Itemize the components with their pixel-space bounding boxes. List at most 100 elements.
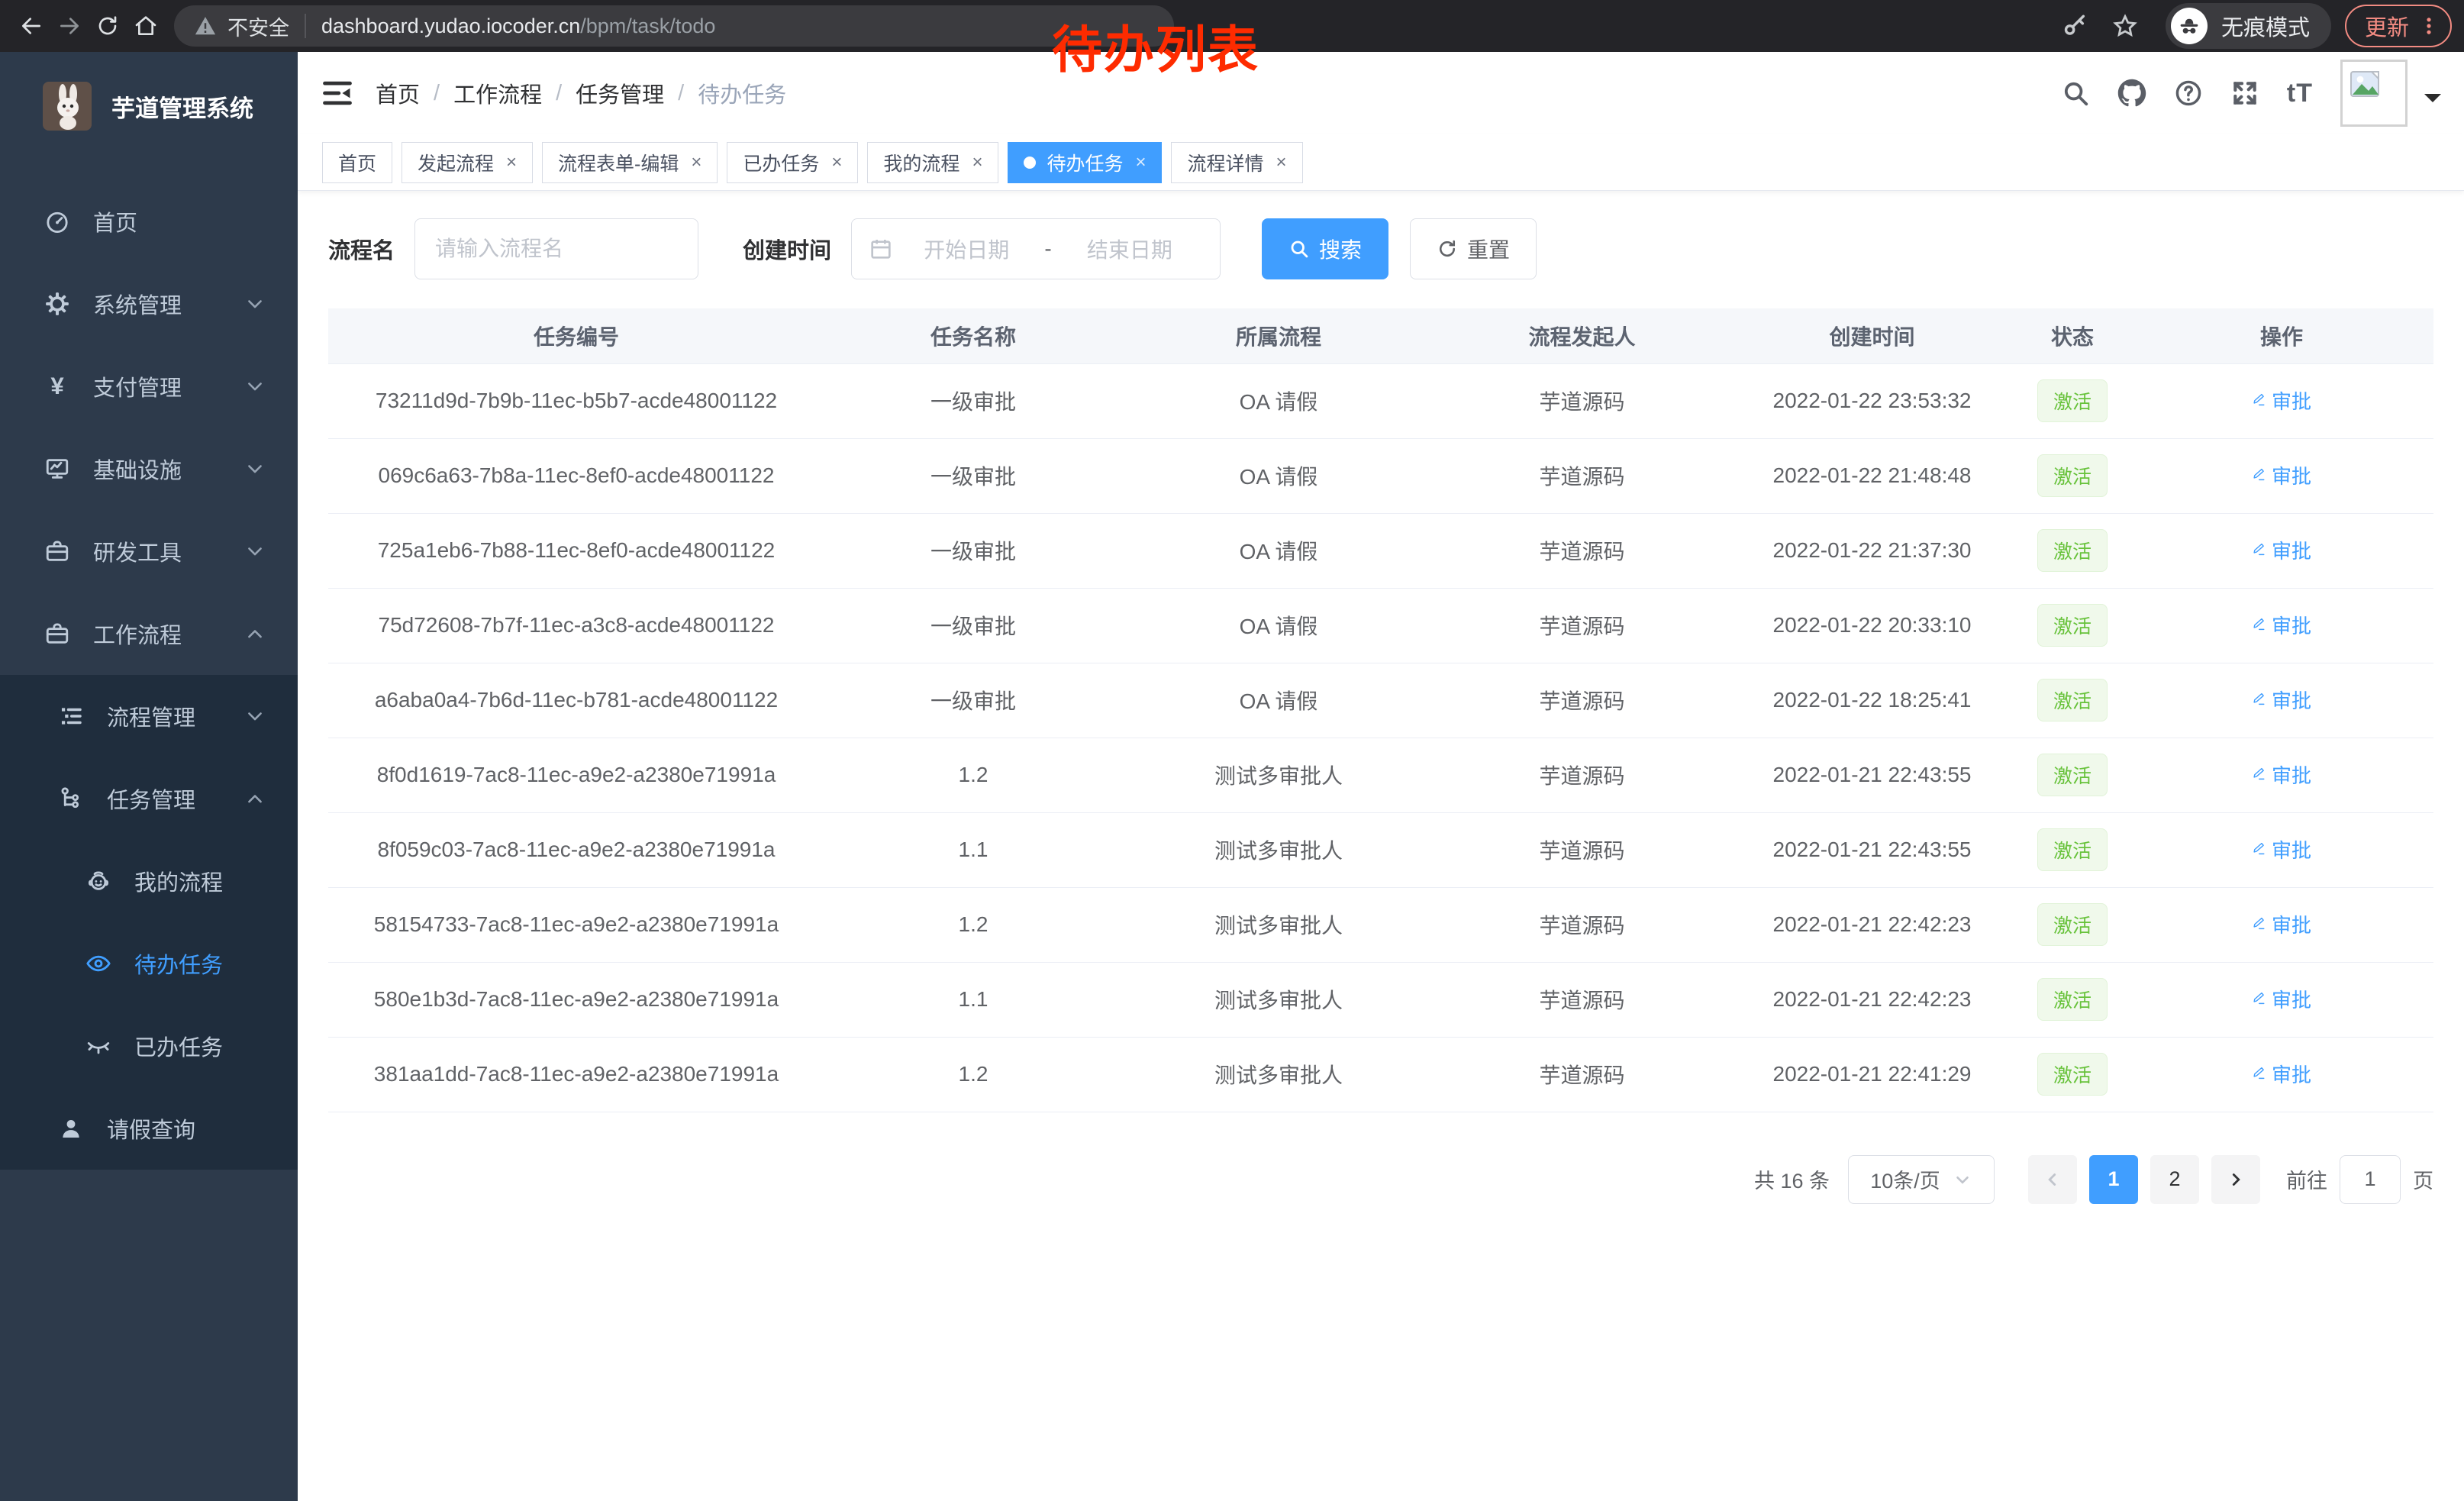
approve-link[interactable]: 审批 — [2252, 835, 2311, 863]
sidebar-item-1[interactable]: 系统管理 — [0, 263, 298, 345]
page-button-2[interactable]: 2 — [2150, 1155, 2199, 1204]
breadcrumb-item[interactable]: 工作流程 — [453, 77, 542, 109]
breadcrumb-item[interactable]: 首页 — [376, 77, 420, 109]
kebab-menu-icon[interactable] — [2418, 15, 2440, 37]
table-row: 73211d9d-7b9b-11ec-b5b7-acde48001122一级审批… — [328, 363, 2433, 438]
approve-link[interactable]: 审批 — [2252, 686, 2311, 714]
list-icon — [58, 703, 84, 729]
cell-task-name: 一级审批 — [824, 588, 1122, 663]
dashboard-icon — [44, 208, 70, 234]
tab-2[interactable]: 流程表单-编辑× — [542, 142, 718, 183]
column-header: 任务编号 — [328, 308, 824, 363]
chevron-right-icon — [2226, 1170, 2246, 1190]
font-size-icon[interactable]: tT — [2287, 79, 2313, 108]
search-icon[interactable] — [2061, 79, 2090, 108]
key-icon[interactable] — [2062, 13, 2088, 39]
avatar[interactable] — [2340, 60, 2408, 127]
fullscreen-icon[interactable] — [2230, 79, 2259, 108]
sidebar-collapse-icon[interactable] — [321, 76, 354, 110]
page-size-select[interactable]: 10条/页 — [1848, 1155, 1995, 1204]
approve-link[interactable]: 审批 — [2252, 536, 2311, 564]
github-icon[interactable] — [2117, 79, 2146, 108]
sidebar-item-label: 流程管理 — [107, 700, 195, 732]
approve-link-label: 审批 — [2272, 1060, 2311, 1088]
breadcrumb-item[interactable]: 任务管理 — [576, 77, 664, 109]
close-icon[interactable]: × — [1135, 152, 1146, 173]
sidebar-item-11[interactable]: 请假查询 — [0, 1087, 298, 1170]
home-icon[interactable] — [127, 7, 165, 45]
cell-task-id: 8f0d1619-7ac8-11ec-a9e2-a2380e71991a — [328, 738, 824, 812]
date-range-input[interactable]: 开始日期 - 结束日期 — [851, 218, 1221, 279]
security-chip[interactable]: 不安全 — [227, 11, 289, 41]
incognito-icon — [2171, 8, 2208, 44]
cell-starter: 芋道源码 — [1435, 962, 1729, 1037]
sidebar-item-8[interactable]: 我的流程 — [0, 840, 298, 922]
approve-link[interactable]: 审批 — [2252, 386, 2311, 415]
breadcrumb-separator: / — [434, 81, 440, 106]
tab-5[interactable]: 待办任务× — [1008, 142, 1162, 183]
chevron-down-icon — [244, 293, 266, 315]
sidebar-item-5[interactable]: 工作流程 — [0, 592, 298, 675]
sidebar-item-6[interactable]: 流程管理 — [0, 675, 298, 757]
status-badge: 激活 — [2037, 754, 2108, 796]
create-time-label: 创建时间 — [743, 233, 831, 265]
process-name-input[interactable] — [414, 218, 698, 279]
approve-link[interactable]: 审批 — [2252, 760, 2311, 789]
cell-created: 2022-01-22 21:48:48 — [1729, 438, 2015, 513]
sidebar-item-0[interactable]: 首页 — [0, 180, 298, 263]
tab-1[interactable]: 发起流程× — [402, 142, 533, 183]
forward-icon[interactable] — [50, 7, 89, 45]
update-button[interactable]: 更新 — [2345, 5, 2452, 47]
star-icon[interactable] — [2112, 13, 2138, 39]
table-row: 58154733-7ac8-11ec-a9e2-a2380e71991a1.2测… — [328, 887, 2433, 962]
tab-3[interactable]: 已办任务× — [727, 142, 858, 183]
approve-link-label: 审批 — [2272, 835, 2311, 863]
address-bar[interactable]: 不安全 dashboard.yudao.iocoder.cn /bpm/task… — [174, 5, 1174, 47]
cell-created: 2022-01-21 22:43:55 — [1729, 738, 2015, 812]
sidebar-item-10[interactable]: 已办任务 — [0, 1005, 298, 1087]
sidebar-item-4[interactable]: 研发工具 — [0, 510, 298, 592]
app-window: 芋道管理系统 首页系统管理¥支付管理基础设施研发工具工作流程流程管理任务管理我的… — [0, 52, 2464, 1501]
next-page-button[interactable] — [2211, 1155, 2260, 1204]
sidebar-item-3[interactable]: 基础设施 — [0, 428, 298, 510]
search-button[interactable]: 搜索 — [1262, 218, 1388, 279]
sidebar-item-9[interactable]: 待办任务 — [0, 922, 298, 1005]
tab-6[interactable]: 流程详情× — [1171, 142, 1302, 183]
close-icon[interactable]: × — [831, 152, 842, 173]
refresh-icon — [1437, 238, 1458, 260]
close-icon[interactable]: × — [972, 152, 982, 173]
goto-page-input[interactable] — [2340, 1155, 2401, 1204]
eye-closed-icon — [85, 1033, 111, 1059]
table-row: 381aa1dd-7ac8-11ec-a9e2-a2380e71991a1.2测… — [328, 1037, 2433, 1112]
chevron-down-icon — [244, 376, 266, 397]
back-icon[interactable] — [12, 7, 50, 45]
sidebar-item-7[interactable]: 任务管理 — [0, 757, 298, 840]
approve-link[interactable]: 审批 — [2252, 985, 2311, 1013]
range-separator: - — [1040, 237, 1056, 261]
approve-link[interactable]: 审批 — [2252, 611, 2311, 639]
avatar-dropdown-caret[interactable] — [2424, 94, 2441, 111]
browser-right-cluster: 无痕模式 更新 — [2050, 3, 2452, 49]
tabs-bar: 首页发起流程×流程表单-编辑×已办任务×我的流程×待办任务×流程详情× — [298, 134, 2464, 191]
warning-icon — [194, 15, 217, 37]
sidebar-item-2[interactable]: ¥支付管理 — [0, 345, 298, 428]
prev-page-button[interactable] — [2028, 1155, 2077, 1204]
approve-link[interactable]: 审批 — [2252, 461, 2311, 489]
incognito-label: 无痕模式 — [2221, 10, 2310, 42]
status-badge: 激活 — [2037, 903, 2108, 946]
tab-4[interactable]: 我的流程× — [867, 142, 998, 183]
reload-icon[interactable] — [89, 7, 127, 45]
close-icon[interactable]: × — [691, 152, 701, 173]
approve-link[interactable]: 审批 — [2252, 1060, 2311, 1088]
tab-0[interactable]: 首页 — [322, 142, 392, 183]
yen-icon: ¥ — [44, 373, 70, 399]
approve-link[interactable]: 审批 — [2252, 910, 2311, 938]
close-icon[interactable]: × — [1276, 152, 1287, 173]
close-icon[interactable]: × — [506, 152, 517, 173]
edit-icon — [2252, 540, 2272, 560]
help-icon[interactable] — [2174, 79, 2203, 108]
sidebar-item-label: 待办任务 — [134, 947, 223, 980]
sidebar-item-label: 请假查询 — [107, 1112, 195, 1144]
page-button-1[interactable]: 1 — [2089, 1155, 2138, 1204]
reset-button[interactable]: 重置 — [1410, 218, 1537, 279]
